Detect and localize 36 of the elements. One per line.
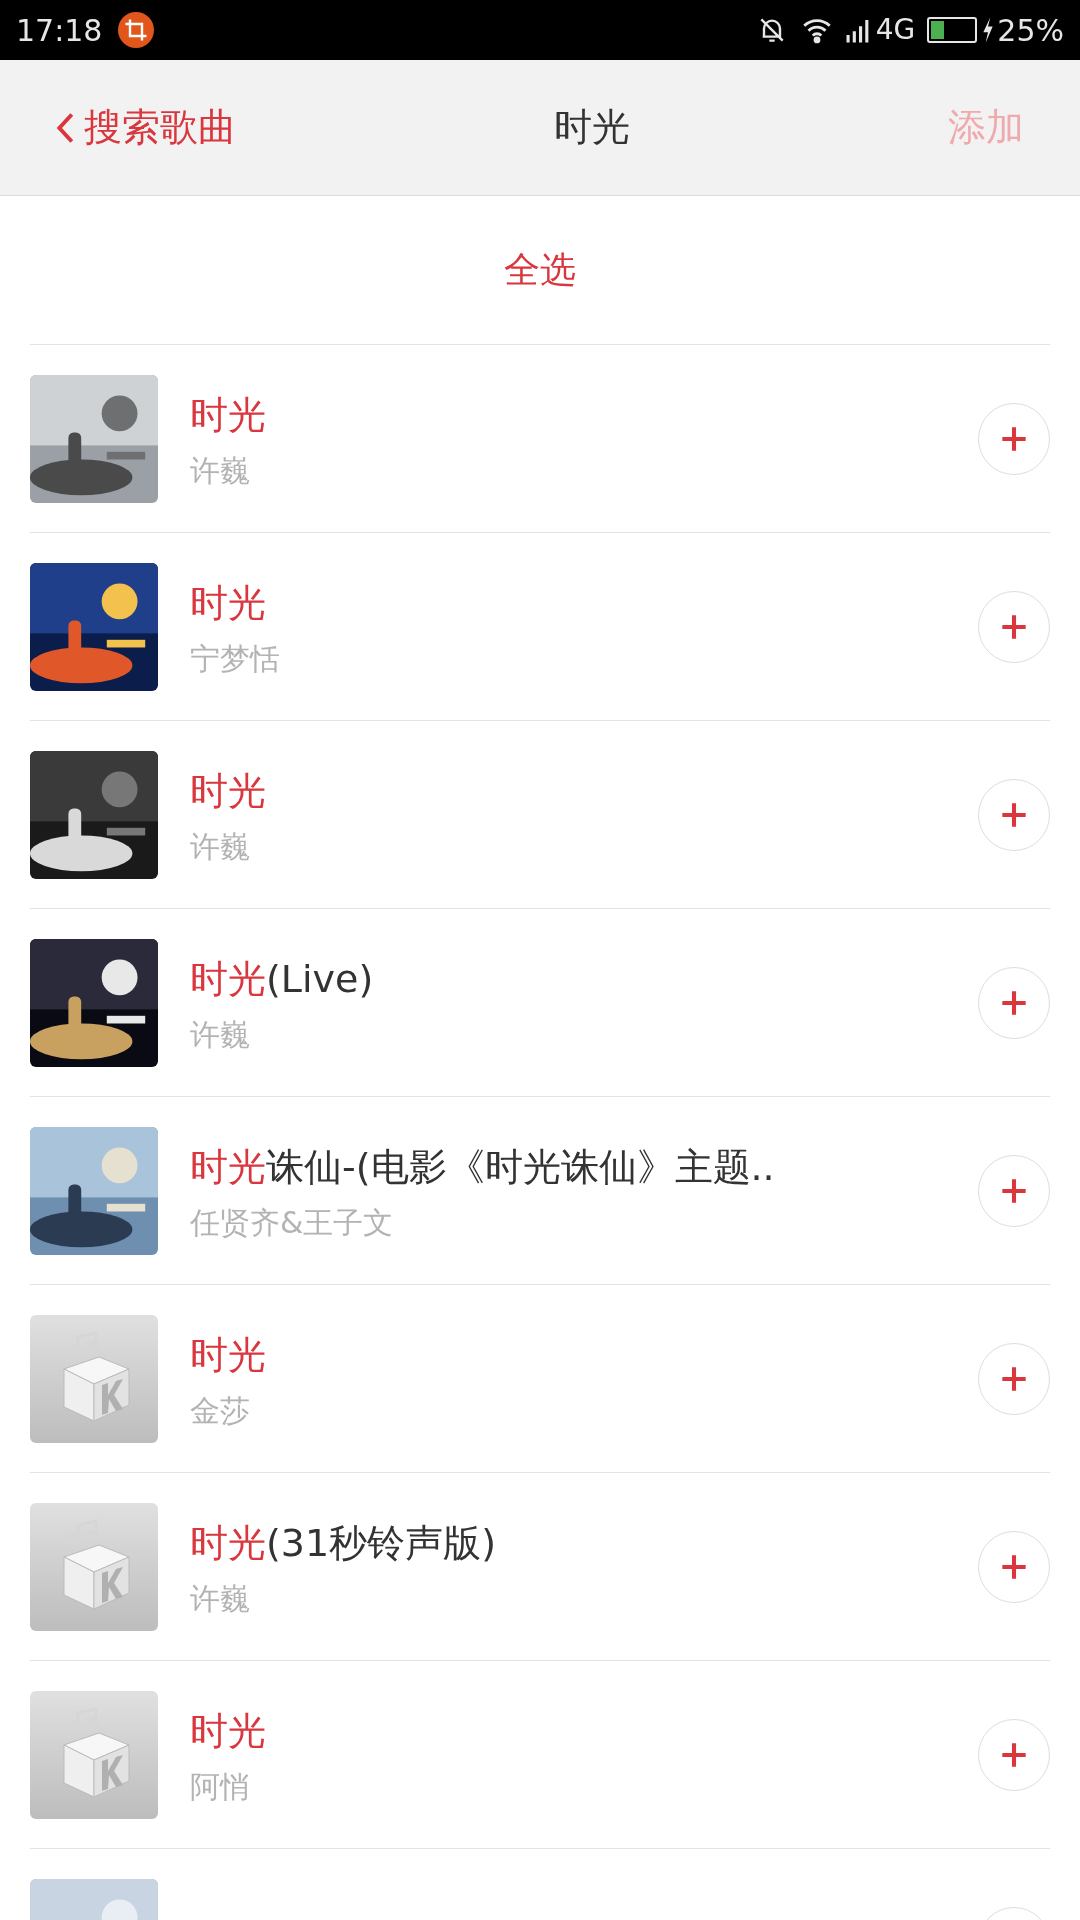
plus-icon	[1000, 1176, 1028, 1205]
music-box-icon	[30, 1690, 158, 1819]
artist-name: 许巍	[190, 1016, 251, 1054]
music-box-icon	[30, 1502, 158, 1631]
song-title[interactable]: 时光(Live)	[190, 951, 962, 1008]
song-title[interactable]: 时光(31秒铃声版)	[190, 1515, 962, 1572]
plus-icon	[1000, 800, 1028, 829]
song-title[interactable]: 时光	[190, 575, 962, 632]
artist-name: 任贤齐&王子文	[190, 1204, 395, 1242]
battery-icon	[927, 17, 978, 43]
plus-icon	[1000, 1740, 1028, 1769]
clock-time: 17:18	[16, 11, 103, 50]
song-title[interactable]: 时光	[190, 763, 962, 820]
crop-icon	[118, 12, 155, 48]
plus-icon	[1000, 424, 1028, 453]
plus-icon	[1000, 1364, 1028, 1393]
song-title[interactable]: 时光	[190, 1327, 962, 1384]
plus-icon	[1000, 612, 1028, 641]
artist-name: 许巍	[190, 828, 251, 866]
song-title[interactable]: 时光诛仙-(电影《时光诛仙》主题..	[190, 1139, 962, 1196]
network-type: 4G	[875, 12, 916, 48]
artist-name: 阿悄	[190, 1768, 251, 1806]
music-box-icon	[30, 1314, 158, 1443]
battery-percent: 25%	[997, 11, 1064, 50]
plus-icon	[1000, 988, 1028, 1017]
song-title[interactable]: 时光	[190, 387, 962, 444]
back-button[interactable]: 搜索歌曲	[56, 99, 236, 156]
artist-name: 许巍	[190, 1580, 251, 1618]
artist-name: 许巍	[190, 452, 251, 490]
back-chevron-icon	[56, 110, 74, 145]
artist-name: 金莎	[190, 1392, 251, 1430]
song-title[interactable]: 时光	[190, 1703, 962, 1760]
page-title: 时光	[554, 104, 630, 151]
artist-name: 宁梦恬	[190, 640, 281, 678]
select-all-button[interactable]: 全选	[504, 243, 576, 297]
plus-icon	[1000, 1552, 1028, 1581]
